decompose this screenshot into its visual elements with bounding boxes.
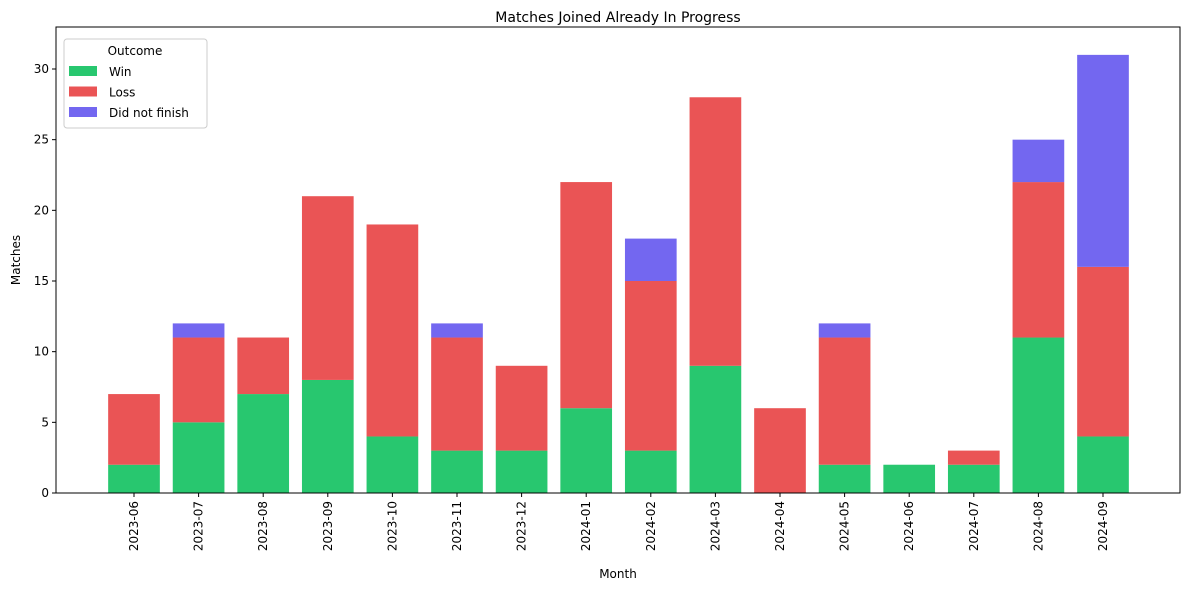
bar-loss-2024-03 (689, 97, 742, 366)
x-tick-label: 2023-09 (321, 501, 335, 551)
axes-group (55, 26, 1181, 494)
x-tick-label: 2024-02 (644, 501, 658, 551)
bar-loss-2024-08 (1012, 182, 1065, 338)
x-tick-label: 2024-05 (838, 501, 852, 551)
bar-did-not-finish-2024-08 (1012, 139, 1065, 183)
bar-win-2024-02 (624, 450, 677, 493)
y-ticks: 0 5 10 15 20 25 30 (34, 62, 56, 500)
bar-win-2024-08 (1012, 337, 1065, 493)
x-tick-label: 2024-09 (1096, 501, 1110, 551)
x-tick-label: 2024-08 (1031, 501, 1045, 551)
x-ticks: 2023-06 2023-07 2023-08 2023-09 2023-10 2023-… (127, 493, 1110, 551)
plot-frame (55, 26, 1181, 494)
legend-label: Did not finish (109, 106, 189, 120)
y-axis-label: Matches (9, 235, 23, 285)
bar-loss-2024-07 (947, 450, 1000, 465)
bar-win-2023-10 (366, 436, 419, 493)
bars-group (108, 54, 1129, 493)
y-tick-label: 30 (34, 62, 49, 76)
bar-did-not-finish-2023-11 (431, 323, 483, 338)
bar-did-not-finish-2024-09 (1077, 54, 1129, 267)
bar-did-not-finish-2023-07 (172, 323, 225, 338)
x-tick-label: 2023-12 (515, 501, 529, 551)
bar-loss-2023-07 (172, 337, 225, 423)
legend-label: Loss (109, 86, 135, 100)
bar-win-2023-06 (108, 464, 160, 493)
bar-win-2024-05 (818, 464, 871, 493)
bar-win-2023-09 (301, 379, 354, 493)
x-tick-label: 2023-11 (450, 501, 464, 551)
bar-win-2024-09 (1077, 436, 1129, 493)
bar-win-2024-03 (689, 365, 742, 493)
bar-loss-2023-09 (301, 196, 354, 380)
bar-loss-2023-08 (237, 337, 290, 395)
bar-win-2023-12 (495, 450, 548, 493)
x-tick-label: 2023-10 (385, 501, 399, 551)
bar-loss-2023-12 (495, 365, 548, 451)
y-tick-label: 25 (34, 133, 49, 147)
x-axis-label: Month (599, 567, 637, 581)
bar-win-2023-07 (172, 422, 225, 493)
x-tick-label: 2024-04 (773, 501, 787, 551)
bar-loss-2023-11 (431, 337, 483, 451)
bar-loss-2023-10 (366, 224, 419, 437)
y-tick-label: 0 (41, 486, 49, 500)
y-tick-label: 15 (34, 274, 49, 288)
bar-win-2024-07 (947, 464, 1000, 493)
bar-loss-2024-02 (624, 281, 677, 451)
stacked-bar-chart: Matches Joined Already In Progress 0 5 10 1… (9, 10, 1181, 581)
x-tick-label: 2024-07 (967, 501, 981, 551)
legend-swatch-win (69, 66, 97, 76)
bar-win-2023-11 (431, 450, 483, 493)
legend-swatch-loss (69, 86, 97, 97)
bar-win-2023-08 (237, 394, 290, 493)
bar-loss-2024-01 (560, 182, 613, 409)
bar-did-not-finish-2024-05 (818, 323, 871, 338)
legend: Outcome Win Loss Did not finish (63, 38, 208, 129)
y-tick-label: 20 (34, 203, 49, 217)
legend-swatch-did-not-finish (69, 107, 97, 117)
legend-label: Win (109, 65, 132, 79)
bar-win-2024-01 (560, 408, 613, 493)
x-tick-label: 2023-08 (256, 501, 270, 551)
bar-loss-2023-06 (108, 394, 160, 465)
bar-win-2024-06 (883, 464, 936, 493)
legend-title: Outcome (108, 44, 163, 58)
x-tick-label: 2023-06 (127, 501, 141, 551)
y-tick-label: 10 (34, 345, 49, 359)
bar-did-not-finish-2024-02 (624, 238, 677, 281)
y-tick-label: 5 (41, 415, 49, 429)
bar-loss-2024-04 (754, 408, 806, 493)
bar-loss-2024-05 (818, 337, 871, 465)
x-tick-label: 2024-01 (579, 501, 593, 551)
x-tick-label: 2024-06 (902, 501, 916, 551)
chart-title: Matches Joined Already In Progress (495, 10, 740, 26)
x-tick-label: 2024-03 (708, 501, 722, 551)
x-tick-label: 2023-07 (192, 501, 206, 551)
bar-loss-2024-09 (1077, 266, 1129, 437)
